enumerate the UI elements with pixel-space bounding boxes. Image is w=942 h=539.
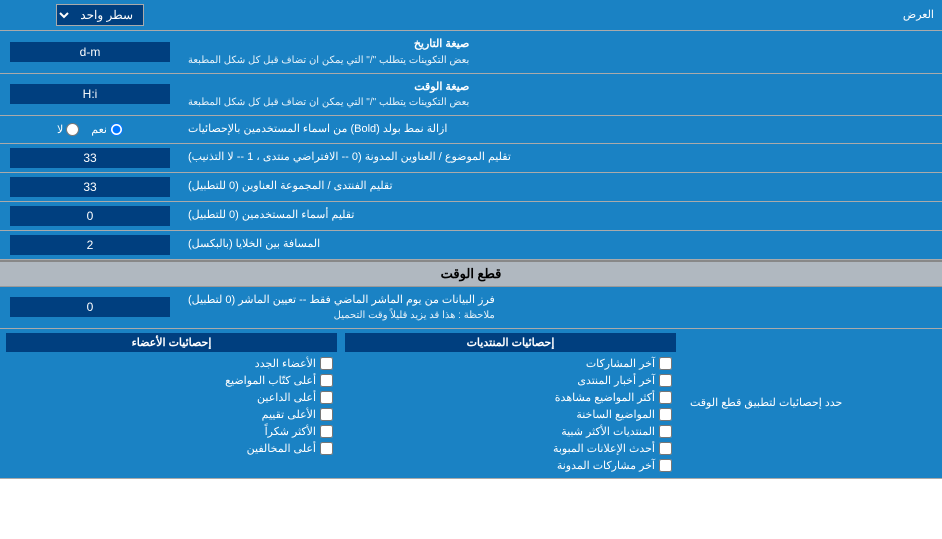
- subject-trim-input[interactable]: [10, 148, 170, 168]
- date-format-input-cell: [0, 31, 180, 73]
- member-stats-header: إحصائيات الأعضاء: [6, 333, 337, 352]
- stats-item-1: آخر أخبار المنتدى: [345, 372, 676, 389]
- username-trim-label: تقليم أسماء المستخدمين (0 للتطبيل): [180, 202, 942, 230]
- cutoff-section-header: قطع الوقت: [0, 260, 942, 287]
- forum-group-input[interactable]: [10, 177, 170, 197]
- stats-checkbox-forum-1[interactable]: [659, 374, 672, 387]
- cell-gap-input-cell: [0, 231, 180, 259]
- radio-yes-label: نعم: [91, 123, 123, 136]
- date-format-label: صيغة التاريخ بعض التكوينات يتطلب "/" الت…: [180, 31, 942, 73]
- stats-item-m2: أعلى الداعين: [6, 389, 337, 406]
- stats-checkbox-forum-0[interactable]: [659, 357, 672, 370]
- bold-radio-cell: نعم لا: [0, 116, 180, 143]
- stats-checkbox-member-4[interactable]: [320, 425, 333, 438]
- dropdown-cell: سطر واحد سطرين ثلاثة أسطر: [0, 0, 200, 30]
- stats-checkbox-forum-2[interactable]: [659, 391, 672, 404]
- forum-group-input-cell: [0, 173, 180, 201]
- radio-no[interactable]: [66, 123, 79, 136]
- display-label: العرض: [200, 0, 942, 30]
- cutoff-input-cell: [0, 287, 180, 329]
- stats-item-2: أكثر المواضيع مشاهدة: [345, 389, 676, 406]
- time-format-label: صيغة الوقت بعض التكوينات يتطلب "/" التي …: [180, 74, 942, 116]
- cutoff-row-label: فرز البيانات من يوم الماشر الماضي فقط --…: [180, 287, 942, 329]
- time-format-input-cell: [0, 74, 180, 116]
- display-dropdown[interactable]: سطر واحد سطرين ثلاثة أسطر: [56, 4, 144, 26]
- forum-stats-header: إحصائيات المنتديات: [345, 333, 676, 352]
- stats-columns: إحصائيات المنتديات آخر المشاركات آخر أخب…: [0, 329, 682, 478]
- member-stats-col: إحصائيات الأعضاء الأعضاء الجدد أعلى كتّا…: [6, 333, 337, 474]
- subject-trim-input-cell: [0, 144, 180, 172]
- username-trim-input-cell: [0, 202, 180, 230]
- stats-item-6: آخر مشاركات المدونة: [345, 457, 676, 474]
- stats-item-m3: الأعلى تقييم: [6, 406, 337, 423]
- stats-item-m1: أعلى كتّاب المواضيع: [6, 372, 337, 389]
- forum-stats-col: إحصائيات المنتديات آخر المشاركات آخر أخب…: [345, 333, 676, 474]
- stats-item-m0: الأعضاء الجدد: [6, 355, 337, 372]
- stats-checkbox-member-2[interactable]: [320, 391, 333, 404]
- cell-gap-label: المسافة بين الخلايا (بالبكسل): [180, 231, 942, 259]
- stats-item-0: آخر المشاركات: [345, 355, 676, 372]
- date-format-input[interactable]: [10, 42, 170, 62]
- stats-item-5: أحدث الإعلانات المبوبة: [345, 440, 676, 457]
- stats-checkbox-forum-6[interactable]: [659, 459, 672, 472]
- stats-item-4: المنتديات الأكثر شبية: [345, 423, 676, 440]
- stats-checkbox-member-1[interactable]: [320, 374, 333, 387]
- forum-group-label: تقليم الفنتدى / المجموعة العناوين (0 للت…: [180, 173, 942, 201]
- stats-checkbox-member-5[interactable]: [320, 442, 333, 455]
- stats-checkbox-forum-4[interactable]: [659, 425, 672, 438]
- stats-time-label: حدد إحصائيات لتطبيق قطع الوقت: [682, 329, 942, 478]
- radio-no-label: لا: [57, 123, 79, 136]
- stats-checkbox-member-3[interactable]: [320, 408, 333, 421]
- username-trim-input[interactable]: [10, 206, 170, 226]
- cell-gap-input[interactable]: [10, 235, 170, 255]
- bold-remove-label: ازالة نمط بولد (Bold) من اسماء المستخدمي…: [180, 116, 942, 143]
- radio-yes[interactable]: [110, 123, 123, 136]
- stats-checkbox-forum-5[interactable]: [659, 442, 672, 455]
- stats-item-m5: أعلى المخالفين: [6, 440, 337, 457]
- stats-item-m4: الأكثر شكراً: [6, 423, 337, 440]
- stats-item-3: المواضيع الساخنة: [345, 406, 676, 423]
- stats-checkbox-member-0[interactable]: [320, 357, 333, 370]
- stats-checkbox-forum-3[interactable]: [659, 408, 672, 421]
- cutoff-input[interactable]: [10, 297, 170, 317]
- time-format-input[interactable]: [10, 84, 170, 104]
- subject-trim-label: تقليم الموضوع / العناوين المدونة (0 -- ا…: [180, 144, 942, 172]
